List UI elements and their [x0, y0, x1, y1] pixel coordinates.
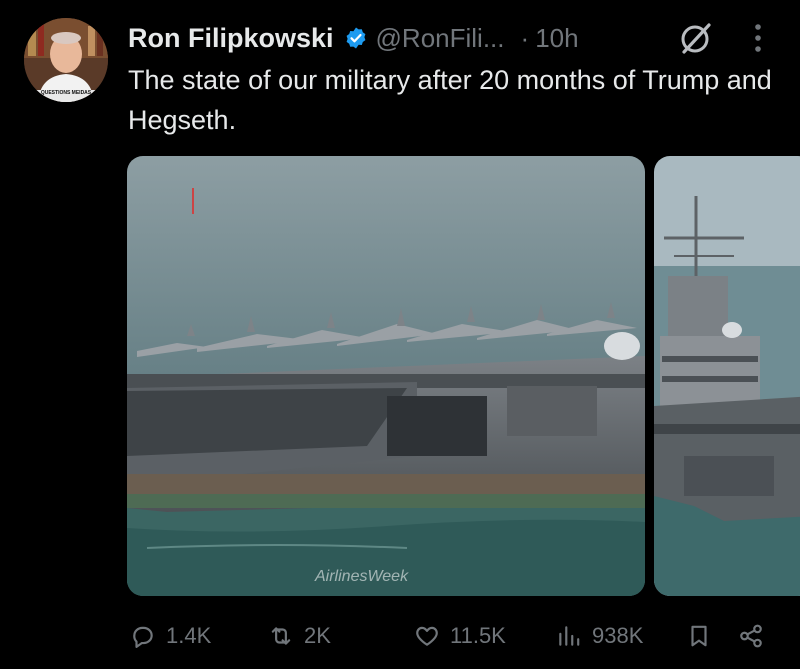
bookmark-button[interactable] [686, 614, 712, 658]
repost-count: 2K [304, 623, 331, 648]
author-handle[interactable]: @RonFili... [376, 23, 505, 54]
like-icon [416, 626, 438, 646]
share-icon [740, 624, 762, 648]
bookmark-icon [691, 625, 707, 647]
tweet-text: The state of our military after 20 month… [128, 65, 772, 135]
tweet-header: Ron Filipkowski @RonFili... · 10h [128, 18, 579, 58]
action-bar: 1.4K 2K 11.5K 938K [0, 614, 800, 658]
carrier-island-photo [654, 156, 800, 596]
media-image-2[interactable] [654, 156, 800, 596]
separator-dot: · [520, 22, 530, 53]
views-count: 938K [592, 623, 644, 648]
watermark: AirlinesWeek [314, 568, 409, 585]
views-button[interactable]: 938K [556, 614, 643, 658]
more-icon[interactable] [748, 22, 768, 54]
share-button[interactable] [738, 614, 764, 658]
grok-icon[interactable] [678, 20, 714, 56]
repost-button[interactable]: 2K [268, 614, 331, 658]
timestamp[interactable]: 10h [535, 23, 578, 54]
like-count: 11.5K [450, 623, 506, 648]
author-name[interactable]: Ron Filipkowski [128, 23, 334, 54]
media-image-1[interactable]: AirlinesWeek [127, 156, 645, 596]
repost-icon [271, 627, 291, 645]
carrier-photo: AirlinesWeek [127, 156, 645, 596]
views-icon [559, 626, 580, 646]
avatar-caption: QUESTIONS MEIDAS [40, 90, 92, 96]
like-button[interactable]: 11.5K [414, 614, 506, 658]
verified-icon [346, 27, 365, 49]
reply-count: 1.4K [166, 623, 212, 648]
reply-icon [133, 626, 153, 648]
reply-button[interactable]: 1.4K [130, 614, 211, 658]
